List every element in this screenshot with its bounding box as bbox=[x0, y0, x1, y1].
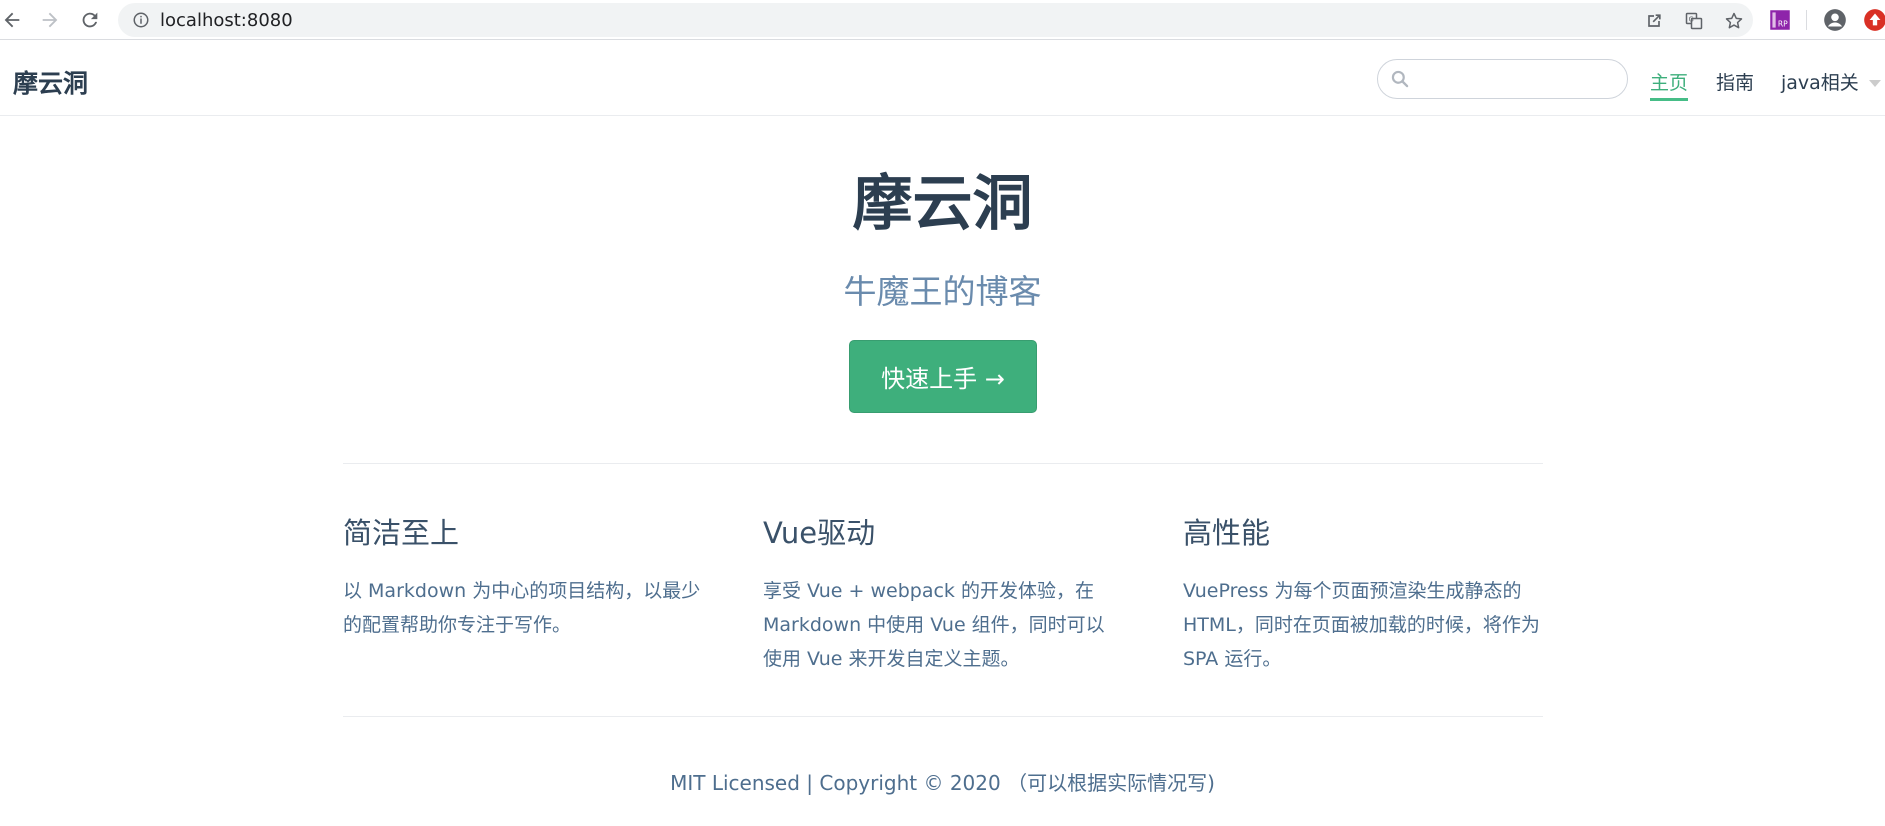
get-started-button[interactable]: 快速上手 → bbox=[849, 340, 1037, 413]
info-icon[interactable] bbox=[132, 11, 150, 29]
back-icon[interactable] bbox=[0, 8, 24, 32]
toolbar-separator bbox=[1806, 10, 1807, 30]
hero-description: 牛魔王的博客 bbox=[843, 272, 1042, 311]
feature-details: VuePress 为每个页面预渲染生成静态的 HTML，同时在页面被加载的时候，… bbox=[1183, 580, 1540, 670]
hero-title: 摩云洞 bbox=[852, 169, 1033, 239]
extension-red-icon[interactable] bbox=[1862, 7, 1885, 33]
search-input[interactable] bbox=[1418, 66, 1617, 94]
site-name-link[interactable]: 摩云洞 bbox=[13, 64, 88, 100]
feature-card: 高性能 VuePress 为每个页面预渲染生成静态的 HTML，同时在页面被加载… bbox=[1183, 510, 1543, 676]
features-top-divider bbox=[343, 463, 1543, 464]
search-icon bbox=[1391, 70, 1409, 88]
chevron-down-icon bbox=[1868, 80, 1881, 87]
browser-toolbar: localhost:8080 G RP bbox=[0, 0, 1885, 40]
extension-rp-icon[interactable]: RP bbox=[1767, 7, 1793, 33]
feature-details: 享受 Vue + webpack 的开发体验，在 Markdown 中使用 Vu… bbox=[763, 580, 1105, 670]
forward-icon[interactable] bbox=[38, 8, 62, 32]
nav-link-home[interactable]: 主页 bbox=[1650, 68, 1689, 101]
star-icon[interactable] bbox=[1724, 11, 1744, 31]
feature-details: 以 Markdown 为中心的项目结构，以最少的配置帮助你专注于写作。 bbox=[343, 580, 701, 636]
reload-icon[interactable] bbox=[78, 8, 102, 32]
feature-title: 简洁至上 bbox=[343, 516, 460, 550]
footer-text: MIT Licensed | Copyright © 2020 （可以根据实际情… bbox=[670, 771, 1215, 795]
footer-divider bbox=[343, 716, 1543, 717]
feature-title: 高性能 bbox=[1183, 516, 1271, 550]
address-bar[interactable]: localhost:8080 G bbox=[118, 3, 1753, 37]
nav-dropdown-java[interactable]: java相关 bbox=[1781, 68, 1881, 95]
nav-link-guide[interactable]: 指南 bbox=[1716, 68, 1754, 95]
profile-icon[interactable] bbox=[1822, 7, 1848, 33]
svg-text:RP: RP bbox=[1778, 20, 1788, 29]
site-navbar: 摩云洞 主页 指南 java相关 bbox=[0, 41, 1885, 116]
url-text[interactable]: localhost:8080 bbox=[160, 10, 293, 31]
feature-card: Vue驱动 享受 Vue + webpack 的开发体验，在 Markdown … bbox=[763, 510, 1123, 676]
svg-text:G: G bbox=[1689, 15, 1694, 23]
open-in-app-icon[interactable] bbox=[1644, 11, 1664, 31]
search-box[interactable] bbox=[1377, 59, 1628, 99]
translate-icon[interactable]: G bbox=[1684, 11, 1704, 31]
feature-title: Vue驱动 bbox=[763, 516, 876, 550]
feature-card: 简洁至上 以 Markdown 为中心的项目结构，以最少的配置帮助你专注于写作。 bbox=[343, 510, 703, 642]
nav-dropdown-label: java相关 bbox=[1781, 72, 1859, 94]
